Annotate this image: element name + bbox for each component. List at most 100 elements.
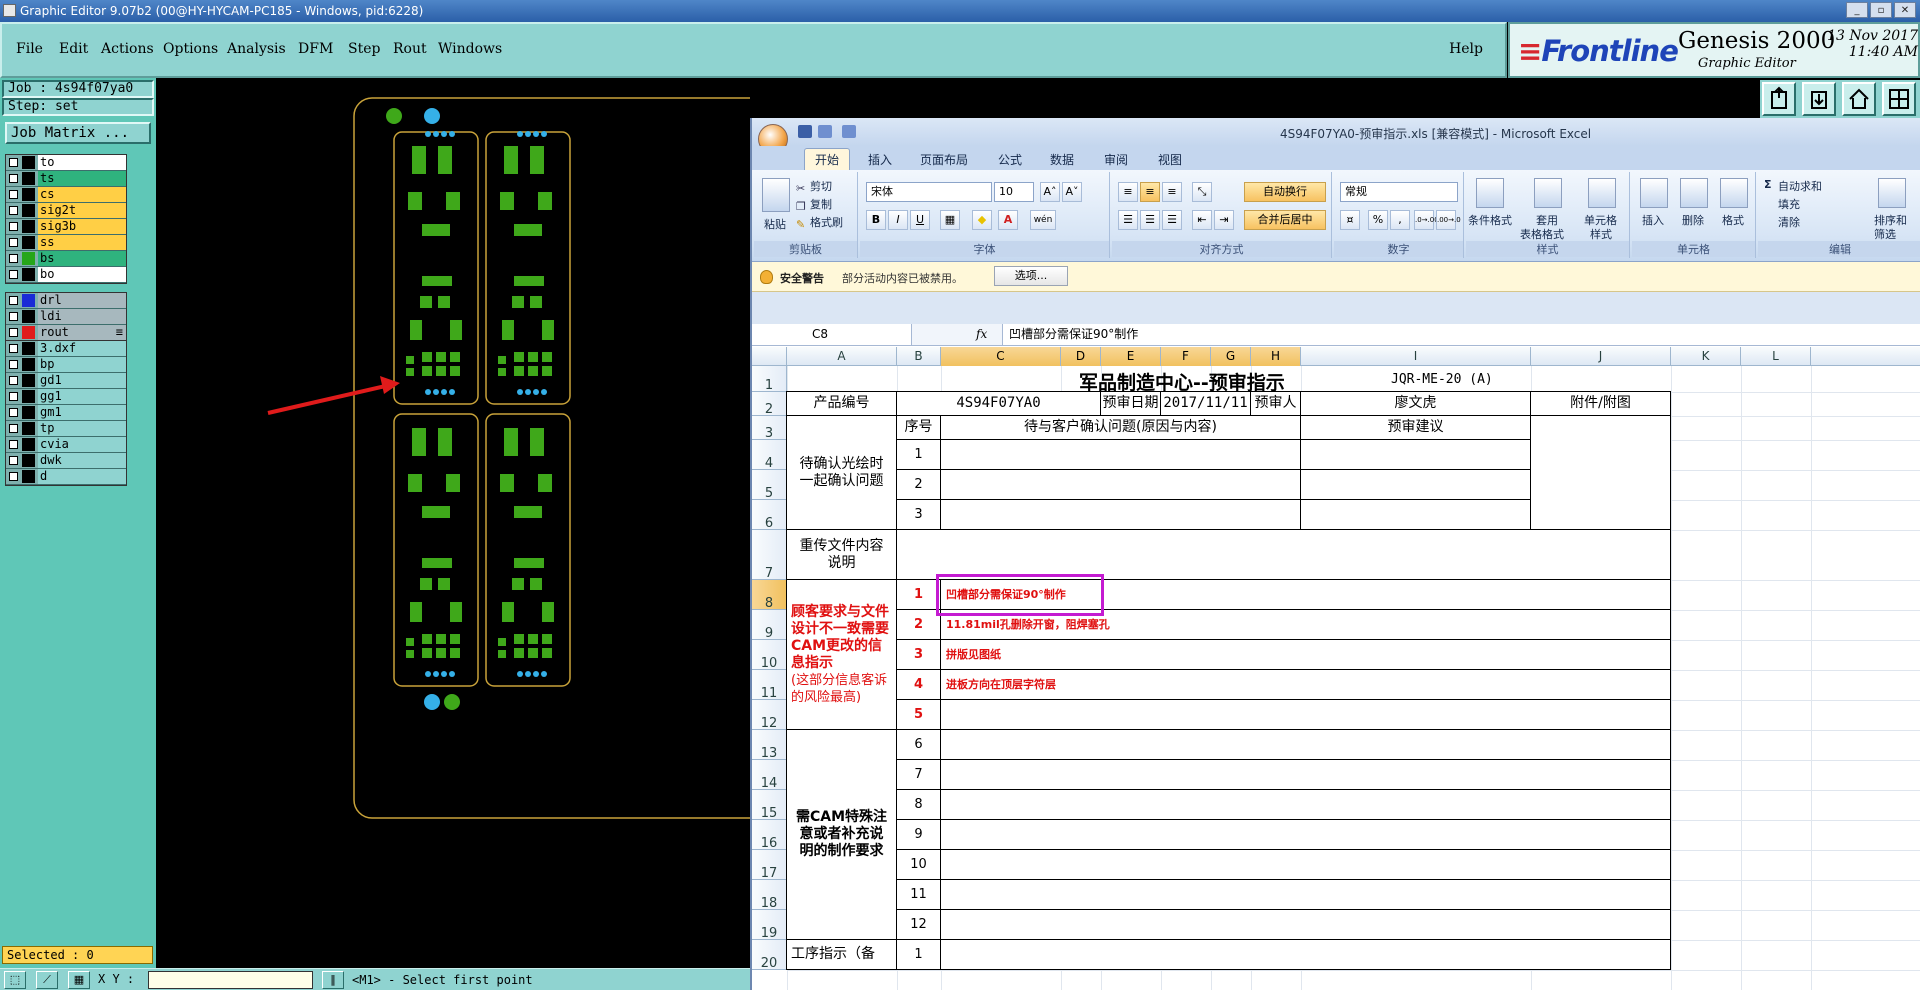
layer-name[interactable]: drl — [38, 293, 126, 308]
increase-decimal-button[interactable]: .0→.00 — [1414, 210, 1439, 230]
home-icon[interactable] — [1842, 82, 1876, 116]
layer-name[interactable]: bs — [38, 251, 126, 266]
layer-color-swatch[interactable] — [22, 422, 35, 435]
job-matrix-button[interactable]: Job Matrix ... — [5, 122, 151, 144]
layer-row-ss[interactable]: ss — [6, 235, 126, 251]
close-button[interactable]: ✕ — [1894, 2, 1916, 18]
confirm-section-label[interactable]: 待确认光绘时一起确认问题 — [786, 415, 897, 530]
insert-cells-icon[interactable] — [1640, 178, 1668, 208]
format-painter-button[interactable]: 格式刷 — [810, 214, 843, 230]
customer-item-cell[interactable]: 拼版见图纸 — [940, 639, 1671, 670]
export-icon[interactable] — [1802, 82, 1836, 116]
row-header-13[interactable]: 13 — [752, 730, 787, 761]
column-header-D[interactable]: D — [1061, 347, 1101, 366]
layer-row-ts[interactable]: ts — [6, 171, 126, 187]
row-header-3[interactable]: 3 — [752, 416, 787, 441]
confirm-issue-cell[interactable] — [940, 469, 1301, 500]
menu-actions[interactable]: Actions — [101, 41, 154, 57]
confirm-advice-cell[interactable] — [1300, 439, 1531, 470]
customer-seq-cell[interactable]: 4 — [896, 669, 941, 700]
increase-indent-icon[interactable]: ⇥ — [1214, 210, 1234, 230]
confirm-advice-cell[interactable] — [1300, 499, 1531, 530]
tab-review[interactable]: 审阅 — [1104, 151, 1128, 168]
layer-checkbox[interactable] — [9, 360, 18, 369]
percent-button[interactable]: % — [1368, 210, 1388, 230]
customer-item-cell[interactable]: 11.81mil孔删除开窗，阻焊塞孔 — [940, 609, 1671, 640]
tab-insert[interactable]: 插入 — [868, 151, 892, 168]
reviewer-label[interactable]: 预审人 — [1250, 391, 1301, 416]
column-header-I[interactable]: I — [1301, 347, 1531, 366]
currency-icon[interactable]: ¤ — [1340, 210, 1360, 230]
delete-cells-button[interactable]: 删除 — [1682, 212, 1704, 228]
cam-seq-cell[interactable]: 7 — [896, 759, 941, 790]
sort-filter-icon[interactable] — [1878, 178, 1906, 208]
layer-name[interactable]: 3.dxf — [38, 341, 126, 356]
font-name-combo[interactable]: 宋体 — [866, 182, 992, 202]
border-icon[interactable]: ▦ — [940, 210, 960, 230]
layer-color-swatch[interactable] — [22, 406, 35, 419]
confirm-issue-cell[interactable] — [940, 499, 1301, 530]
layer-checkbox[interactable] — [9, 296, 18, 305]
fx-button[interactable]: fx — [976, 327, 987, 341]
layer-row-d[interactable]: d — [6, 469, 126, 485]
column-header-H[interactable]: H — [1251, 347, 1301, 366]
measure-tool-icon[interactable]: ⟋ — [36, 971, 58, 989]
save-icon[interactable] — [798, 125, 812, 138]
layer-checkbox[interactable] — [9, 440, 18, 449]
layer-name[interactable]: cs — [38, 187, 126, 202]
bold-button[interactable]: B — [866, 210, 886, 230]
layer-checkbox[interactable] — [9, 424, 18, 433]
column-header-F[interactable]: F — [1161, 347, 1211, 366]
layer-checkbox[interactable] — [9, 238, 18, 247]
customer-seq-cell[interactable]: 1 — [896, 579, 941, 610]
cam-seq-cell[interactable]: 11 — [896, 879, 941, 910]
format-cells-icon[interactable] — [1720, 178, 1748, 208]
conditional-format-icon[interactable] — [1476, 178, 1504, 208]
menu-options[interactable]: Options — [163, 41, 218, 57]
layer-checkbox[interactable] — [9, 408, 18, 417]
layer-row-bs[interactable]: bs — [6, 251, 126, 267]
column-header-C[interactable]: C — [941, 347, 1061, 366]
layer-row-rout[interactable]: rout ≡ — [6, 325, 126, 341]
confirm-issue-cell[interactable] — [940, 439, 1301, 470]
comma-button[interactable]: , — [1390, 210, 1410, 230]
layer-name[interactable]: tp — [38, 421, 126, 436]
panel-icon[interactable] — [1882, 82, 1916, 116]
layer-checkbox[interactable] — [9, 328, 18, 337]
merge-center-button[interactable]: 合并后居中 — [1244, 210, 1326, 230]
layer-name[interactable]: ldi — [38, 309, 126, 324]
grid-tool-icon[interactable]: ▦ — [68, 971, 90, 989]
tab-data[interactable]: 数据 — [1050, 151, 1074, 168]
name-box[interactable]: C8 — [752, 324, 912, 345]
menu-windows[interactable]: Windows — [438, 41, 502, 57]
layer-color-swatch[interactable] — [22, 252, 35, 265]
maximize-button[interactable]: ▫ — [1870, 2, 1892, 18]
layer-row-bo[interactable]: bo — [6, 267, 126, 283]
layer-color-swatch[interactable] — [22, 204, 35, 217]
cam-item-cell[interactable] — [940, 849, 1671, 880]
cam-item-cell[interactable] — [940, 819, 1671, 850]
layer-row-gm1[interactable]: gm1 — [6, 405, 126, 421]
row-header-10[interactable]: 10 — [752, 640, 787, 671]
cam-item-cell[interactable] — [940, 759, 1671, 790]
process-item-cell[interactable] — [940, 939, 1671, 970]
graphic-canvas[interactable] — [158, 78, 775, 968]
orientation-icon[interactable]: ⤡ — [1192, 182, 1212, 202]
column-header-B[interactable]: B — [897, 347, 941, 366]
tab-home[interactable]: 开始 — [804, 148, 851, 172]
layer-row-sig3b[interactable]: sig3b — [6, 219, 126, 235]
layer-color-swatch[interactable] — [22, 294, 35, 307]
layer-checkbox[interactable] — [9, 456, 18, 465]
align-center-icon[interactable]: ☰ — [1140, 210, 1160, 230]
delete-cells-icon[interactable] — [1680, 178, 1708, 208]
process-section-label[interactable]: 工序指示（备 — [786, 939, 897, 970]
align-top-icon[interactable]: ≡ — [1118, 182, 1138, 202]
layer-row-sig2t[interactable]: sig2t — [6, 203, 126, 219]
layer-color-swatch[interactable] — [22, 268, 35, 281]
align-right-icon[interactable]: ☰ — [1162, 210, 1182, 230]
confirm-advice-cell[interactable] — [1300, 469, 1531, 500]
layer-name[interactable]: ts — [38, 171, 126, 186]
layer-checkbox[interactable] — [9, 376, 18, 385]
row-header-19[interactable]: 19 — [752, 910, 787, 941]
layer-color-swatch[interactable] — [22, 438, 35, 451]
